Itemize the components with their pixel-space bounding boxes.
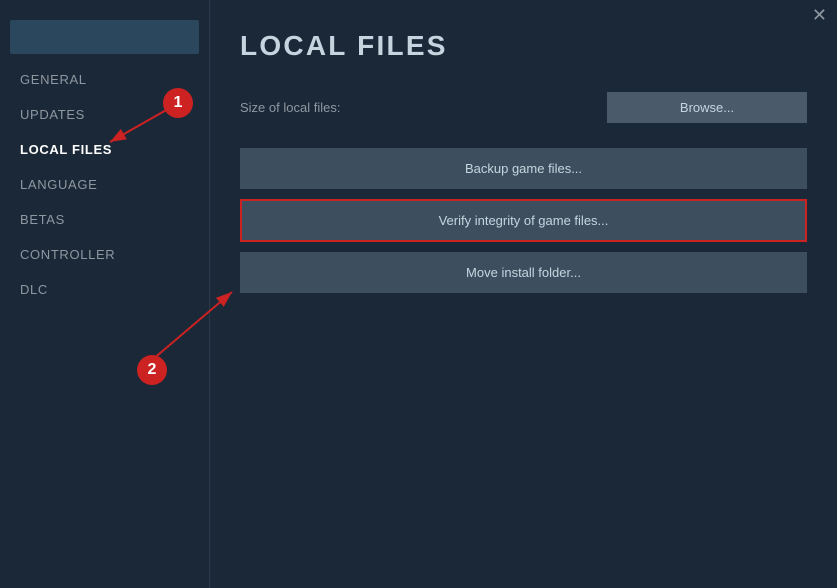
sidebar: GENERAL UPDATES LOCAL FILES LANGUAGE BET… xyxy=(0,0,210,588)
sidebar-item-updates[interactable]: UPDATES xyxy=(0,97,209,132)
properties-window: ✕ GENERAL UPDATES LOCAL FILES LANGUAGE B… xyxy=(0,0,837,588)
verify-button[interactable]: Verify integrity of game files... xyxy=(240,199,807,242)
close-button[interactable]: ✕ xyxy=(812,6,827,24)
main-panel: LOCAL FILES Size of local files: Browse.… xyxy=(210,0,837,588)
page-title: LOCAL FILES xyxy=(240,30,807,62)
file-size-label: Size of local files: xyxy=(240,100,607,115)
sidebar-item-betas[interactable]: BETAS xyxy=(0,202,209,237)
file-size-row: Size of local files: Browse... xyxy=(240,92,807,123)
sidebar-item-language[interactable]: LANGUAGE xyxy=(0,167,209,202)
sidebar-item-local-files[interactable]: LOCAL FILES xyxy=(0,132,209,167)
sidebar-item-dlc[interactable]: DLC xyxy=(0,272,209,307)
sidebar-item-controller[interactable]: CONTROLLER xyxy=(0,237,209,272)
browse-button[interactable]: Browse... xyxy=(607,92,807,123)
backup-button[interactable]: Backup game files... xyxy=(240,148,807,189)
sidebar-item-general[interactable]: GENERAL xyxy=(0,62,209,97)
move-folder-button[interactable]: Move install folder... xyxy=(240,252,807,293)
